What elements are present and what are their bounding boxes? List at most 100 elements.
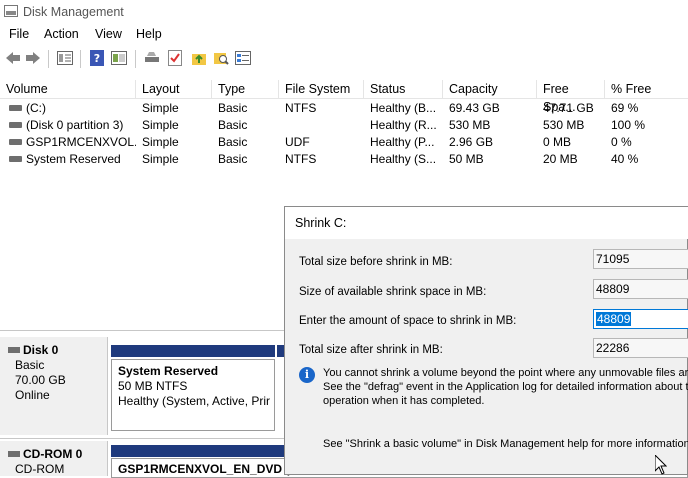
column-free-space[interactable]: Free Spa... bbox=[537, 80, 605, 114]
partition-system-reserved[interactable]: System Reserved 50 MB NTFS Healthy (Syst… bbox=[111, 359, 275, 431]
cell-file-system: NTFS bbox=[285, 152, 317, 166]
menu-file[interactable]: File bbox=[9, 27, 29, 41]
column-volume[interactable]: Volume bbox=[0, 80, 136, 98]
title-bar: Disk Management bbox=[0, 0, 688, 24]
shrink-dialog: Shrink C: Total size before shrink in MB… bbox=[284, 206, 688, 475]
disk-state: Online bbox=[15, 388, 50, 402]
cell-type: Basic bbox=[218, 118, 248, 132]
forward-icon[interactable] bbox=[25, 50, 41, 66]
column-type[interactable]: Type bbox=[212, 80, 279, 98]
cell-volume: GSP1RMCENXVOL... bbox=[26, 135, 136, 149]
dialog-title: Shrink C: bbox=[295, 216, 347, 230]
cell-status: Healthy (S... bbox=[370, 152, 437, 166]
column-file-system[interactable]: File System bbox=[279, 80, 364, 98]
shrink-amount-label: Enter the amount of space to shrink in M… bbox=[299, 315, 517, 327]
cell-layout: Simple bbox=[142, 135, 179, 149]
search-folder-icon[interactable] bbox=[213, 50, 229, 66]
cell-capacity: 2.96 GB bbox=[449, 135, 494, 149]
cdrom-0-label[interactable]: CD-ROM 0 CD-ROM bbox=[0, 441, 108, 476]
info-text-line: operation when it has completed. bbox=[323, 395, 485, 407]
disk-icon[interactable] bbox=[144, 50, 160, 66]
total-size-before-label: Total size before shrink in MB: bbox=[299, 256, 453, 268]
cell-capacity: 69.43 GB bbox=[449, 101, 500, 115]
disk-name: Disk 0 bbox=[23, 343, 59, 357]
cell-file-system bbox=[279, 117, 364, 134]
table-row[interactable]: System Reserved Simple Basic NTFS Health… bbox=[0, 151, 688, 168]
folder-up-icon[interactable] bbox=[191, 50, 207, 66]
cell-free-space: 20 MB bbox=[543, 152, 578, 166]
cell-type: Basic bbox=[218, 135, 248, 149]
column-percent-free[interactable]: % Free bbox=[605, 80, 688, 98]
cell-layout: Simple bbox=[142, 152, 179, 166]
info-icon: i bbox=[299, 367, 315, 383]
cell-percent-free: 100 % bbox=[611, 118, 646, 132]
column-status[interactable]: Status bbox=[364, 80, 443, 98]
cell-layout: Simple bbox=[142, 101, 179, 115]
cell-type: Basic bbox=[218, 101, 248, 115]
menu-action[interactable]: Action bbox=[44, 27, 79, 41]
list-header: Volume Layout Type File System Status Ca… bbox=[0, 80, 688, 114]
disk-name: CD-ROM 0 bbox=[23, 447, 83, 461]
cell-percent-free: 0 % bbox=[611, 135, 632, 149]
cdrom-icon bbox=[8, 451, 20, 457]
cell-capacity: 530 MB bbox=[449, 118, 491, 132]
help-icon[interactable]: ? bbox=[89, 50, 105, 66]
menu-bar: File Action View Help bbox=[0, 24, 688, 44]
toolbar-separator bbox=[80, 50, 81, 68]
table-row[interactable]: (Disk 0 partition 3) Simple Basic Health… bbox=[0, 117, 688, 134]
menu-view[interactable]: View bbox=[95, 27, 122, 41]
disk-size: 70.00 GB bbox=[15, 373, 66, 387]
shrink-amount-input[interactable]: 48809 bbox=[593, 309, 688, 329]
table-row[interactable]: (C:) Simple Basic NTFS Healthy (B... 69.… bbox=[0, 100, 688, 117]
toolbar-separator bbox=[48, 50, 49, 68]
cell-free-space: 530 MB bbox=[543, 118, 585, 132]
checklist-icon[interactable] bbox=[167, 50, 183, 66]
properties-list-icon[interactable] bbox=[57, 50, 73, 66]
dialog-title-bar: Shrink C: bbox=[285, 207, 688, 239]
cell-status: Healthy (B... bbox=[370, 101, 437, 115]
settings-icon[interactable] bbox=[235, 50, 251, 66]
toolbar: ? bbox=[0, 46, 688, 72]
partition-name: System Reserved bbox=[118, 364, 219, 378]
console-icon[interactable] bbox=[111, 50, 127, 66]
menu-help[interactable]: Help bbox=[136, 27, 162, 41]
disk-kind: Basic bbox=[15, 358, 45, 372]
info-text-line: See the "defrag" event in the Applicatio… bbox=[323, 381, 688, 393]
cell-free-space: 47.71 GB bbox=[543, 101, 594, 115]
svg-text:?: ? bbox=[94, 52, 100, 65]
info-text-line: You cannot shrink a volume beyond the po… bbox=[323, 367, 688, 379]
table-row[interactable]: GSP1RMCENXVOL... Simple Basic UDF Health… bbox=[0, 134, 688, 151]
total-size-after-label: Total size after shrink in MB: bbox=[299, 344, 443, 356]
shrink-amount-value: 48809 bbox=[596, 312, 632, 326]
cell-volume: System Reserved bbox=[26, 152, 121, 166]
disk-icon bbox=[8, 347, 20, 353]
partition-bar bbox=[111, 345, 275, 357]
disk-0-label[interactable]: Disk 0 Basic 70.00 GB Online bbox=[0, 337, 108, 435]
column-capacity[interactable]: Capacity bbox=[443, 80, 537, 98]
column-layout[interactable]: Layout bbox=[136, 80, 212, 98]
mouse-cursor-icon bbox=[655, 455, 667, 475]
cell-free-space: 0 MB bbox=[543, 135, 572, 149]
cell-volume: (C:) bbox=[26, 101, 46, 115]
partition-detail: 50 MB NTFS bbox=[118, 379, 188, 393]
disk-management-icon bbox=[4, 5, 18, 17]
cell-type: Basic bbox=[218, 152, 248, 166]
total-size-before-field: 71095 bbox=[593, 249, 688, 269]
back-icon[interactable] bbox=[5, 50, 21, 66]
cell-file-system: NTFS bbox=[285, 101, 317, 115]
available-shrink-label: Size of available shrink space in MB: bbox=[299, 286, 487, 298]
cell-layout: Simple bbox=[142, 118, 179, 132]
toolbar-separator bbox=[135, 50, 136, 68]
help-text: See "Shrink a basic volume" in Disk Mana… bbox=[323, 438, 688, 450]
cell-percent-free: 40 % bbox=[611, 152, 639, 166]
cell-status: Healthy (R... bbox=[370, 118, 437, 132]
partition-status: Healthy (System, Active, Prir bbox=[118, 394, 271, 408]
cell-volume: (Disk 0 partition 3) bbox=[26, 118, 124, 132]
total-size-after-field: 22286 bbox=[593, 338, 688, 358]
available-shrink-field: 48809 bbox=[593, 279, 688, 299]
cell-status: Healthy (P... bbox=[370, 135, 435, 149]
window-title: Disk Management bbox=[23, 5, 124, 19]
cell-capacity: 50 MB bbox=[449, 152, 484, 166]
cell-percent-free: 69 % bbox=[611, 101, 639, 115]
cell-file-system: UDF bbox=[285, 135, 310, 149]
